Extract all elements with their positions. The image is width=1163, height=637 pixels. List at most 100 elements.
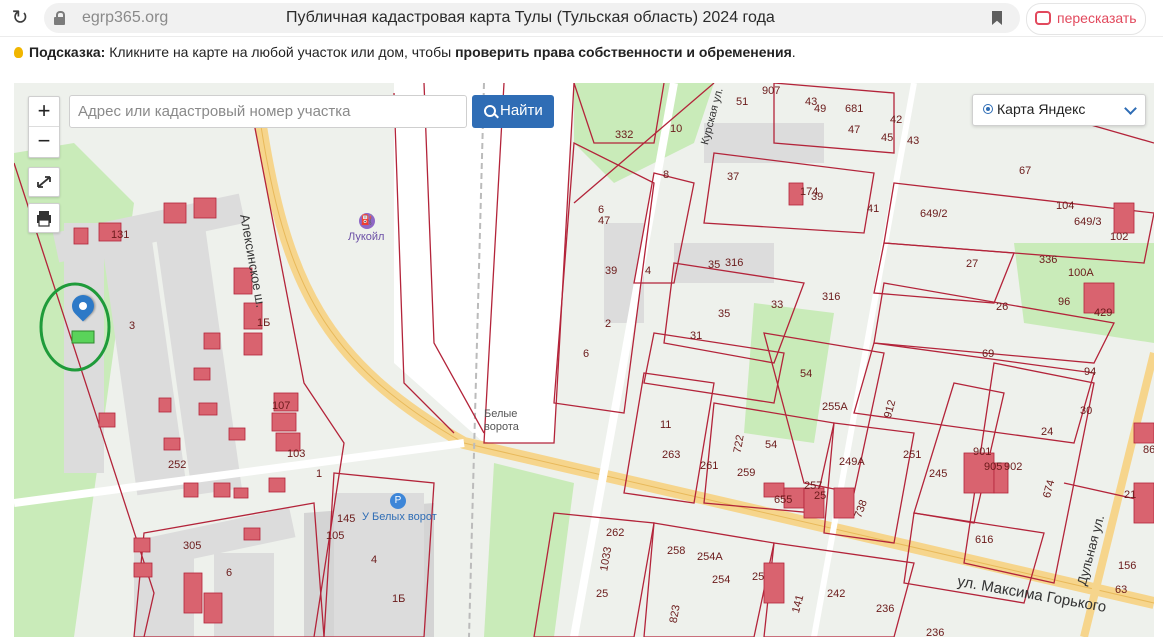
parcel-label: 54 xyxy=(800,368,813,380)
hint-label: Подсказка: xyxy=(29,44,106,60)
parcel-label: 901 xyxy=(973,446,992,458)
parcel-label: 252 xyxy=(168,459,187,471)
parcel-label: 10 xyxy=(670,123,683,135)
parcel-label: 25 xyxy=(752,571,765,583)
address-bar[interactable]: egrp365.org Публичная кадастровая карта … xyxy=(44,3,1020,33)
search-icon xyxy=(484,105,496,117)
parcel-label: 35 xyxy=(708,259,721,271)
parcel-label: 316 xyxy=(822,291,841,303)
parcel-label: 54 xyxy=(765,439,778,451)
parcel-label: 4 xyxy=(371,554,378,566)
parcel-label: 429 xyxy=(1094,307,1113,319)
retell-button[interactable]: пересказать xyxy=(1026,3,1146,35)
lightbulb-icon xyxy=(14,47,23,58)
browser-toolbar: ↻ egrp365.org Публичная кадастровая карт… xyxy=(0,0,1163,37)
parcel-label: 681 xyxy=(845,103,864,115)
hint-end: . xyxy=(791,44,796,60)
address-domain: egrp365.org xyxy=(82,9,169,26)
parcel-label: 105 xyxy=(326,530,345,542)
parcel-label: 27 xyxy=(966,258,979,270)
bookmark-icon[interactable] xyxy=(992,11,1002,25)
parcel-label: 39 xyxy=(605,265,618,277)
retell-icon xyxy=(1035,11,1051,25)
page-title: Публичная кадастровая карта Тулы (Тульск… xyxy=(286,9,775,26)
parcel-label: 336 xyxy=(1039,254,1058,266)
gas-station-icon[interactable]: ⛽ xyxy=(359,213,375,229)
fullscreen-button[interactable] xyxy=(28,167,60,197)
parcel-label: 107 xyxy=(272,400,291,412)
parcel-label: 24 xyxy=(1041,426,1054,438)
parcel-label: 96 xyxy=(1058,296,1071,308)
parcel-label: 263 xyxy=(662,449,681,461)
zoom-control: + − xyxy=(28,96,60,158)
map-layer-select[interactable]: Карта Яндекс xyxy=(972,94,1146,126)
poi-label-u-belyh-vorot: У Белых ворот xyxy=(362,511,437,523)
parcel-label: 305 xyxy=(183,540,202,552)
parcel-label: 2 xyxy=(605,318,612,330)
parcel-label: 51 xyxy=(736,96,749,108)
poi-label-belye-vorota: Белые ворота xyxy=(484,408,519,433)
find-button-label: Найти xyxy=(500,102,543,119)
reload-icon[interactable]: ↻ xyxy=(8,6,32,30)
zoom-in-button[interactable]: + xyxy=(29,97,59,126)
parcel-label: 905 xyxy=(984,461,1003,473)
map-canvas[interactable] xyxy=(14,83,1154,637)
parcel-label: 262 xyxy=(606,527,625,539)
parcel-label: 31 xyxy=(690,330,703,342)
hint-bold-text: проверить права собственности и обремене… xyxy=(455,44,792,60)
parcel-label: 131 xyxy=(111,229,130,241)
parcel-label: 25 xyxy=(596,588,609,600)
print-button[interactable] xyxy=(28,203,60,233)
parcel-label: 258 xyxy=(667,545,686,557)
parcel-label: 245 xyxy=(929,468,948,480)
parcel-label: 251 xyxy=(903,449,922,461)
parcel-label: 11 xyxy=(660,419,672,431)
parcel-label: 254 xyxy=(712,574,731,586)
parcel-label: 316 xyxy=(725,257,744,269)
parcel-label: 1Б xyxy=(392,593,406,605)
parcel-label: 902 xyxy=(1004,461,1023,473)
parcel-label: 37 xyxy=(727,171,740,183)
fullscreen-icon xyxy=(37,176,51,188)
parcel-label: 63 xyxy=(1115,584,1128,596)
find-button[interactable]: Найти xyxy=(472,95,554,128)
parcel-label: 6 xyxy=(226,567,233,579)
parcel-label: 145 xyxy=(337,513,356,525)
parcel-label: 26 xyxy=(996,301,1009,313)
parcel-label: 255А xyxy=(822,401,848,413)
parcel-label: 236 xyxy=(876,603,895,615)
parcel-label: 69 xyxy=(982,348,995,360)
parcel-label: 103 xyxy=(287,448,306,460)
lock-icon xyxy=(54,11,65,25)
parking-icon[interactable]: P xyxy=(390,493,406,509)
parcel-label: 236 xyxy=(926,627,945,637)
parcel-label: 25 xyxy=(814,490,827,502)
retell-label: пересказать xyxy=(1057,10,1137,26)
cadastral-map[interactable]: Алексинское ш. Курская ул. ул. Максима Г… xyxy=(14,83,1154,637)
poi-label-lukoil: Лукойл xyxy=(348,231,385,243)
parcel-label: 907 xyxy=(762,85,781,97)
parcel-label: 332 xyxy=(615,129,634,141)
parcel-label: 1Б xyxy=(257,317,271,329)
address-search-input[interactable] xyxy=(69,95,467,128)
printer-icon xyxy=(37,211,51,227)
parcel-label: 616 xyxy=(975,534,994,546)
parcel-label: 649/3 xyxy=(1074,216,1102,228)
parcel-label: 47 xyxy=(848,124,861,136)
parcel-label: 4 xyxy=(645,265,652,277)
zoom-out-button[interactable]: − xyxy=(29,126,59,156)
parcel-label: 249А xyxy=(839,456,865,468)
parcel-label: 42 xyxy=(890,114,903,126)
parcel-label: 3 xyxy=(129,320,136,332)
parcel-label: 35 xyxy=(718,308,731,320)
parcel-label: 261 xyxy=(700,460,719,472)
parcel-label: 259 xyxy=(737,467,756,479)
hint-text: Кликните на карте на любой участок или д… xyxy=(109,44,452,60)
parcel-label: 104 xyxy=(1056,200,1075,212)
parcel-label: 49 xyxy=(814,103,827,115)
parcel-label: 43 xyxy=(907,135,920,147)
parcel-label: 8 xyxy=(663,169,670,181)
parcel-label: 100А xyxy=(1068,267,1094,279)
parcel-label: 156 xyxy=(1118,560,1137,572)
hint-line: Подсказка: Кликните на карте на любой уч… xyxy=(14,44,796,60)
